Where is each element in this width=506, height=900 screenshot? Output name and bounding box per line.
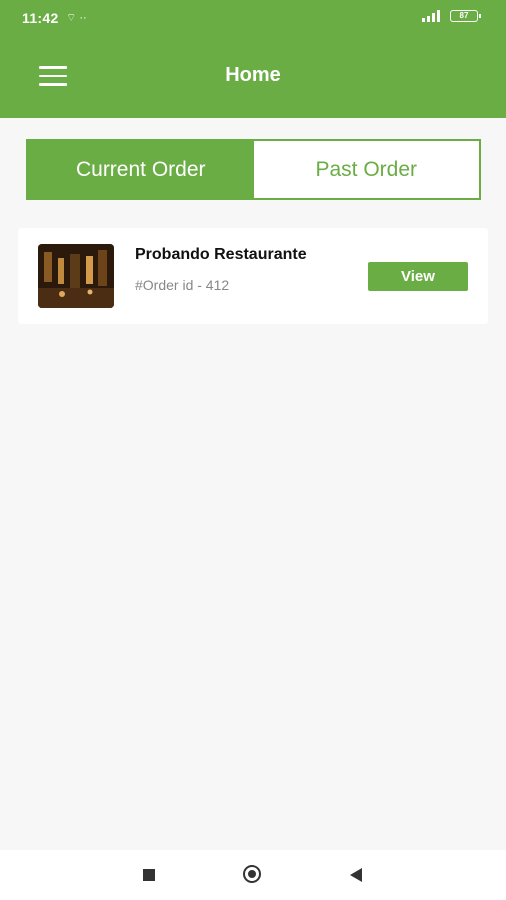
order-card: Probando Restaurante #Order id - 412 Vie… — [18, 228, 488, 324]
signal-icon — [422, 10, 440, 22]
view-order-button[interactable]: View — [368, 262, 468, 291]
tab-current-order[interactable]: Current Order — [28, 141, 254, 198]
restaurant-thumbnail — [38, 244, 114, 308]
status-right-icons: 87 — [420, 10, 481, 22]
system-nav-bar — [0, 850, 506, 900]
status-bar: 11:42 ⌔ ·· 87 — [0, 0, 506, 38]
recent-apps-icon[interactable] — [143, 869, 155, 881]
status-time: 11:42 — [22, 10, 59, 26]
tab-past-order[interactable]: Past Order — [253, 141, 479, 198]
app-header: 11:42 ⌔ ·· 87 Home — [0, 0, 506, 118]
wifi-icon: ⌔ ·· — [66, 12, 87, 24]
home-icon[interactable] — [243, 865, 261, 883]
order-tabs: Current Order Past Order — [26, 139, 481, 200]
back-icon[interactable] — [350, 868, 362, 882]
restaurant-name: Probando Restaurante — [135, 246, 307, 263]
battery-icon: 87 — [450, 10, 481, 22]
order-id: #Order id - 412 — [135, 277, 230, 293]
page-title: Home — [225, 64, 281, 86]
